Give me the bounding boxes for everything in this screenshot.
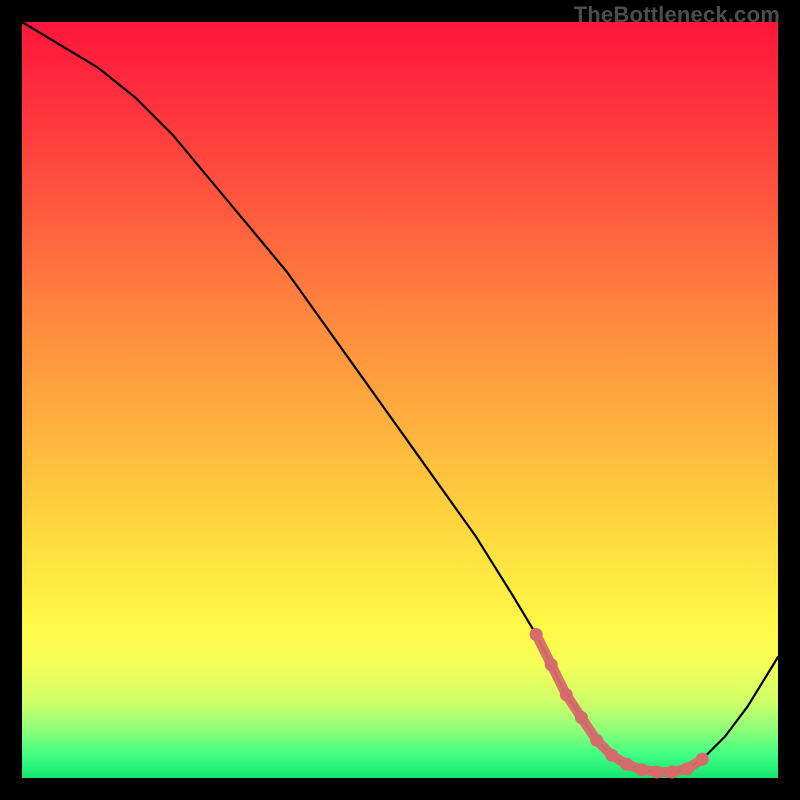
main-curve-path xyxy=(22,22,778,772)
watermark-text: TheBottleneck.com xyxy=(574,2,780,28)
valley-dot xyxy=(696,753,709,766)
valley-dot xyxy=(666,766,679,779)
valley-dot xyxy=(681,762,694,775)
valley-highlight-path xyxy=(536,634,702,772)
valley-dot xyxy=(620,758,633,771)
valley-dot xyxy=(590,734,603,747)
valley-dot xyxy=(560,688,573,701)
valley-dot xyxy=(605,749,618,762)
chart-stage: TheBottleneck.com xyxy=(0,0,800,800)
plot-area xyxy=(22,22,778,778)
valley-dot xyxy=(651,766,664,779)
curve-svg xyxy=(22,22,778,778)
valley-dot xyxy=(635,763,648,776)
valley-dot xyxy=(545,658,558,671)
valley-dot xyxy=(530,628,543,641)
valley-dot xyxy=(575,711,588,724)
